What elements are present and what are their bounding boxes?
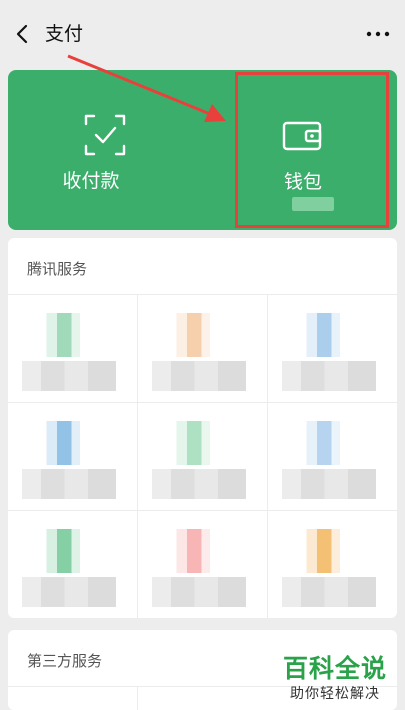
receive-pay-label: 收付款: [62, 170, 120, 192]
blurred-service-icon: [298, 421, 346, 465]
service-item[interactable]: [268, 403, 397, 511]
chevron-left-icon[interactable]: [10, 20, 38, 48]
grid-divider: [137, 686, 138, 710]
blurred-service-icon: [168, 421, 216, 465]
blurred-service-icon: [38, 313, 86, 357]
more-dots-icon[interactable]: [365, 22, 391, 46]
blurred-service-label: [282, 577, 376, 607]
receive-pay-button[interactable]: 收付款: [8, 70, 234, 230]
section-title-third-party: 第三方服务: [27, 652, 103, 670]
page-title: 支付: [45, 23, 84, 45]
blurred-service-label: [282, 361, 376, 391]
service-item[interactable]: [138, 403, 267, 511]
blurred-balance: [292, 197, 334, 211]
blurred-service-icon: [38, 421, 86, 465]
top-bar: 支付: [0, 0, 405, 64]
blurred-service-icon: [298, 529, 346, 573]
payment-card: 收付款 钱包: [8, 70, 397, 230]
blurred-service-label: [22, 361, 116, 391]
service-item[interactable]: [8, 511, 137, 618]
service-item[interactable]: [8, 403, 137, 511]
wallet-icon: [282, 121, 322, 151]
scan-check-icon: [84, 114, 126, 156]
service-item[interactable]: [268, 511, 397, 618]
wallet-label: 钱包: [283, 171, 322, 193]
blurred-service-label: [152, 361, 246, 391]
blurred-service-label: [152, 577, 246, 607]
service-item[interactable]: [138, 511, 267, 618]
service-item[interactable]: [268, 295, 397, 403]
blurred-service-icon: [168, 313, 216, 357]
blurred-service-label: [282, 469, 376, 499]
blurred-service-label: [22, 469, 116, 499]
blurred-service-icon: [38, 529, 86, 573]
section-title-tencent: 腾讯服务: [27, 260, 88, 278]
blurred-service-label: [152, 469, 246, 499]
watermark-logo: 百科全说 助你轻松解决: [283, 654, 387, 704]
watermark-main: 百科全说: [282, 654, 387, 683]
wallet-button[interactable]: 钱包: [235, 72, 389, 228]
watermark-sub: 助你轻松解决: [289, 686, 380, 702]
tencent-services-section: 腾讯服务: [8, 238, 397, 618]
blurred-service-icon: [168, 529, 216, 573]
blurred-service-icon: [298, 313, 346, 357]
service-item[interactable]: [138, 295, 267, 403]
service-item[interactable]: [8, 295, 137, 403]
blurred-service-label: [22, 577, 116, 607]
